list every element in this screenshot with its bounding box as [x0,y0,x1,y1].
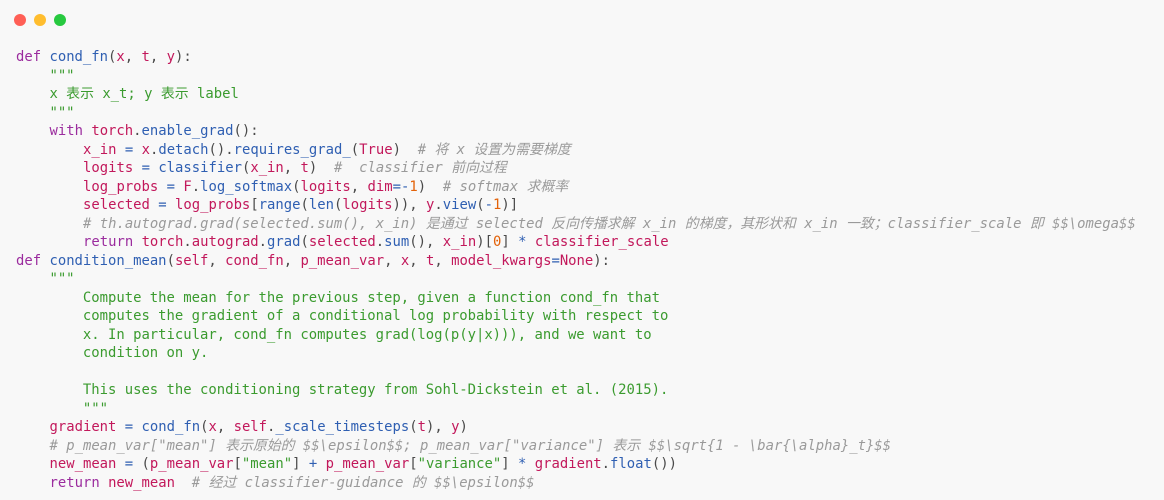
code-line: """ [16,67,75,84]
code-line: return torch.autograd.grad(selected.sum(… [83,234,669,250]
code-line: def condition_mean(self, cond_fn, p_mean… [16,252,611,269]
code-line: """ [16,271,75,287]
window-titlebar [0,0,1164,40]
code-line: return new_mean # 经过 classifier-guidance… [49,474,535,491]
code-line: gradient = cond_fn(x, self._scale_timest… [49,419,468,435]
code-line: new_mean = (p_mean_var["mean"] + p_mean_… [49,456,678,472]
code-line: """ [16,104,75,121]
code-line: selected = log_probs[range(len(logits)),… [83,197,519,213]
code-line: # th.autograd.grad(selected.sum(), x_in)… [83,215,1136,232]
code-line: def cond_fn(x, t, y): [16,49,192,65]
code-line: # p_mean_var["mean"] 表示原始的 $$\epsilon$$;… [49,437,892,454]
code-line: logits = classifier(x_in, t) # classifie… [83,160,507,176]
code-line: condition on y. [16,345,209,361]
code-line: This uses the conditioning strategy from… [16,382,669,398]
code-line: computes the gradient of a conditional l… [16,308,669,324]
code-line: Compute the mean for the previous step, … [16,289,660,306]
code-line: """ [16,400,108,417]
close-window-button[interactable] [14,14,26,26]
code-line: x_in = x.detach().requires_grad_(True) #… [83,141,571,158]
code-window: def cond_fn(x, t, y): """ x 表示 x_t; y 表示… [0,0,1164,500]
code-line: x 表示 x_t; y 表示 label [16,86,239,102]
minimize-window-button[interactable] [34,14,46,26]
code-block: def cond_fn(x, t, y): """ x 表示 x_t; y 表示… [16,48,1136,492]
maximize-window-button[interactable] [54,14,66,26]
code-line: log_probs = F.log_softmax(logits, dim=-1… [83,178,569,195]
code-line: with torch.enable_grad(): [49,123,259,139]
code-line: x. In particular, cond_fn computes grad(… [16,326,652,343]
